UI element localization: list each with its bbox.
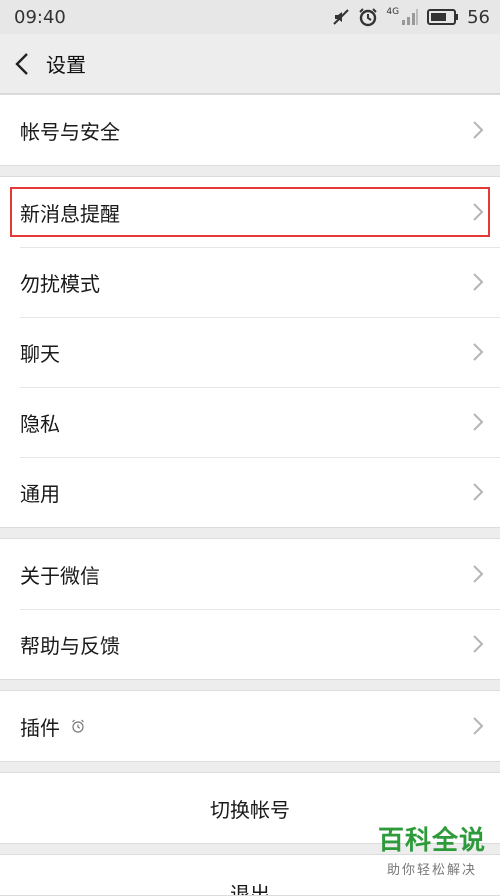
chevron-right-icon [473,121,484,139]
settings-item-label: 聊天 [20,341,60,366]
battery-icon [427,9,459,25]
settings-item-label: 通用 [20,481,60,506]
logout-group: 退出 [0,854,500,896]
settings-group-about: 关于微信 帮助与反馈 [0,538,500,680]
nav-bar: 设置 [0,34,500,94]
status-time: 09:40 [14,6,66,28]
signal-icon [402,9,419,25]
settings-item-about-wechat[interactable]: 关于微信 [0,539,500,609]
settings-item-label: 插件 [20,715,60,740]
settings-item-label: 关于微信 [20,563,100,588]
chevron-right-icon [473,273,484,291]
settings-item-plugins[interactable]: 插件 [0,691,500,761]
chevron-right-icon [473,717,484,735]
status-bar: 09:40 4G 56 [0,0,500,34]
battery-level: 56 [467,6,490,28]
chevron-right-icon [473,483,484,501]
page-title: 设置 [46,53,86,77]
switch-account-button[interactable]: 切换帐号 [0,773,500,843]
chevron-right-icon [473,413,484,431]
alarm-icon [359,8,378,27]
settings-item-help-feedback[interactable]: 帮助与反馈 [0,609,500,679]
settings-item-new-message-notifications[interactable]: 新消息提醒 [0,177,500,247]
settings-item-do-not-disturb[interactable]: 勿扰模式 [0,247,500,317]
settings-item-label: 帐号与安全 [20,119,120,144]
chevron-right-icon [473,343,484,361]
settings-item-general[interactable]: 通用 [0,457,500,527]
network-label: 4G [386,6,400,17]
settings-item-account-security[interactable]: 帐号与安全 [0,95,500,165]
chevron-right-icon [473,565,484,583]
settings-item-label: 隐私 [20,411,60,436]
back-arrow-icon[interactable] [14,52,30,76]
logout-label: 退出 [230,882,270,896]
settings-group-general: 新消息提醒 勿扰模式 聊天 隐私 通用 [0,176,500,528]
settings-item-privacy[interactable]: 隐私 [0,387,500,457]
switch-account-group: 切换帐号 [0,772,500,844]
status-icons: 4G 56 [332,7,490,28]
logout-button[interactable]: 退出 [0,855,500,895]
settings-item-label: 帮助与反馈 [20,633,120,658]
settings-item-chat[interactable]: 聊天 [0,317,500,387]
chevron-right-icon [473,203,484,221]
settings-item-label: 勿扰模式 [20,271,100,296]
settings-item-label-wrap: 插件 [20,712,86,741]
mute-icon [333,9,350,25]
settings-item-label: 新消息提醒 [20,201,120,226]
settings-group-plugins: 插件 [0,690,500,762]
plugin-clock-icon [72,719,84,733]
settings-group-account: 帐号与安全 [0,94,500,166]
chevron-right-icon [473,635,484,653]
